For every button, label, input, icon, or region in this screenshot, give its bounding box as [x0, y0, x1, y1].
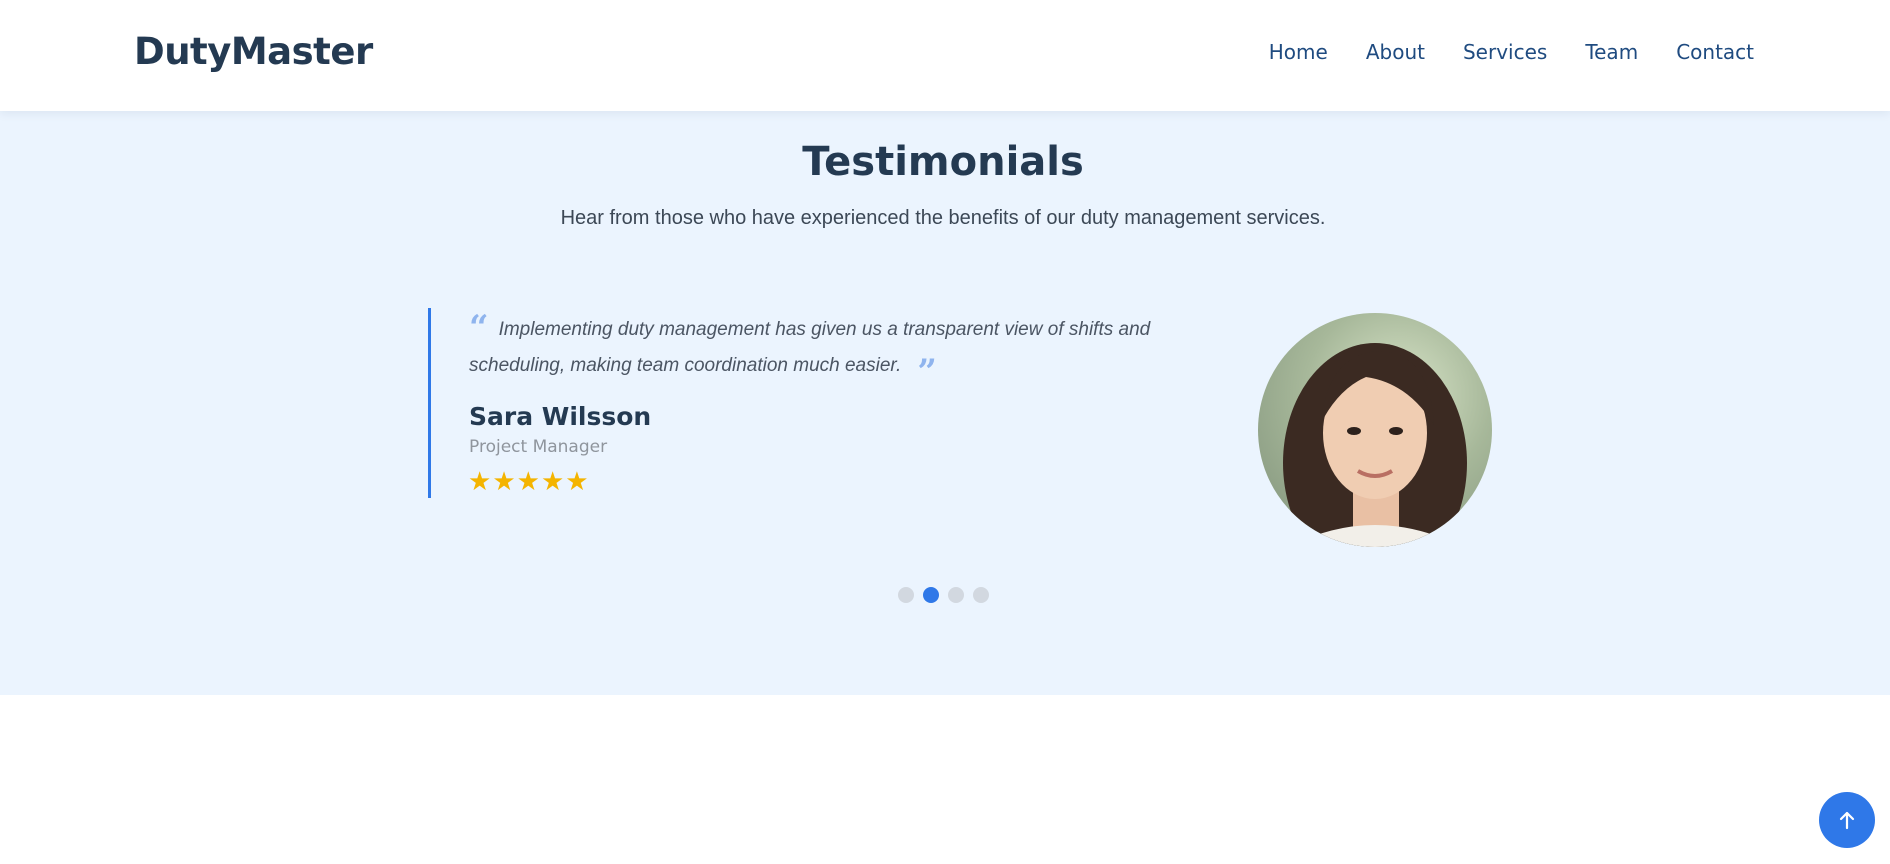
logo[interactable]: DutyMaster — [134, 30, 373, 73]
carousel-pagination — [898, 587, 989, 603]
star-icon: ★ — [492, 466, 516, 496]
testimonial-quote-text: Implementing duty management has given u… — [469, 319, 1151, 376]
testimonial-name: Sara Wilsson — [469, 402, 652, 431]
testimonial-quote: “Implementing duty management has given … — [469, 308, 1229, 392]
carousel-dot-4[interactable] — [973, 587, 989, 603]
rating-stars: ★ ★ ★ ★ ★ — [468, 468, 589, 494]
testimonials-section: Testimonials Hear from those who have ex… — [0, 111, 1890, 695]
star-icon: ★ — [565, 466, 589, 496]
star-icon: ★ — [540, 466, 565, 496]
carousel-dot-1[interactable] — [898, 587, 914, 603]
section-title: Testimonials — [802, 139, 1084, 185]
quote-open-icon: “ — [469, 308, 489, 348]
quote-close-icon: ” — [917, 352, 937, 392]
back-to-top-button[interactable] — [1819, 792, 1875, 848]
nav-link-home[interactable]: Home — [1269, 40, 1328, 64]
testimonial-card: “Implementing duty management has given … — [428, 308, 1218, 498]
site-header: DutyMaster Home About Services Team Cont… — [0, 0, 1890, 111]
testimonial-avatar — [1258, 313, 1492, 547]
nav-link-services[interactable]: Services — [1463, 40, 1547, 64]
nav-link-about[interactable]: About — [1366, 40, 1425, 64]
avatar-portrait — [1283, 343, 1467, 547]
section-subtitle: Hear from those who have experienced the… — [560, 207, 1326, 229]
testimonial-role: Project Manager — [469, 437, 608, 457]
nav-link-contact[interactable]: Contact — [1676, 40, 1754, 64]
arrow-up-icon — [1839, 811, 1855, 830]
star-icon: ★ — [468, 466, 492, 496]
star-icon: ★ — [516, 466, 540, 496]
main-nav: Home About Services Team Contact — [1269, 40, 1754, 64]
nav-link-team[interactable]: Team — [1585, 40, 1638, 64]
carousel-dot-3[interactable] — [948, 587, 964, 603]
carousel-dot-2[interactable] — [923, 587, 939, 603]
